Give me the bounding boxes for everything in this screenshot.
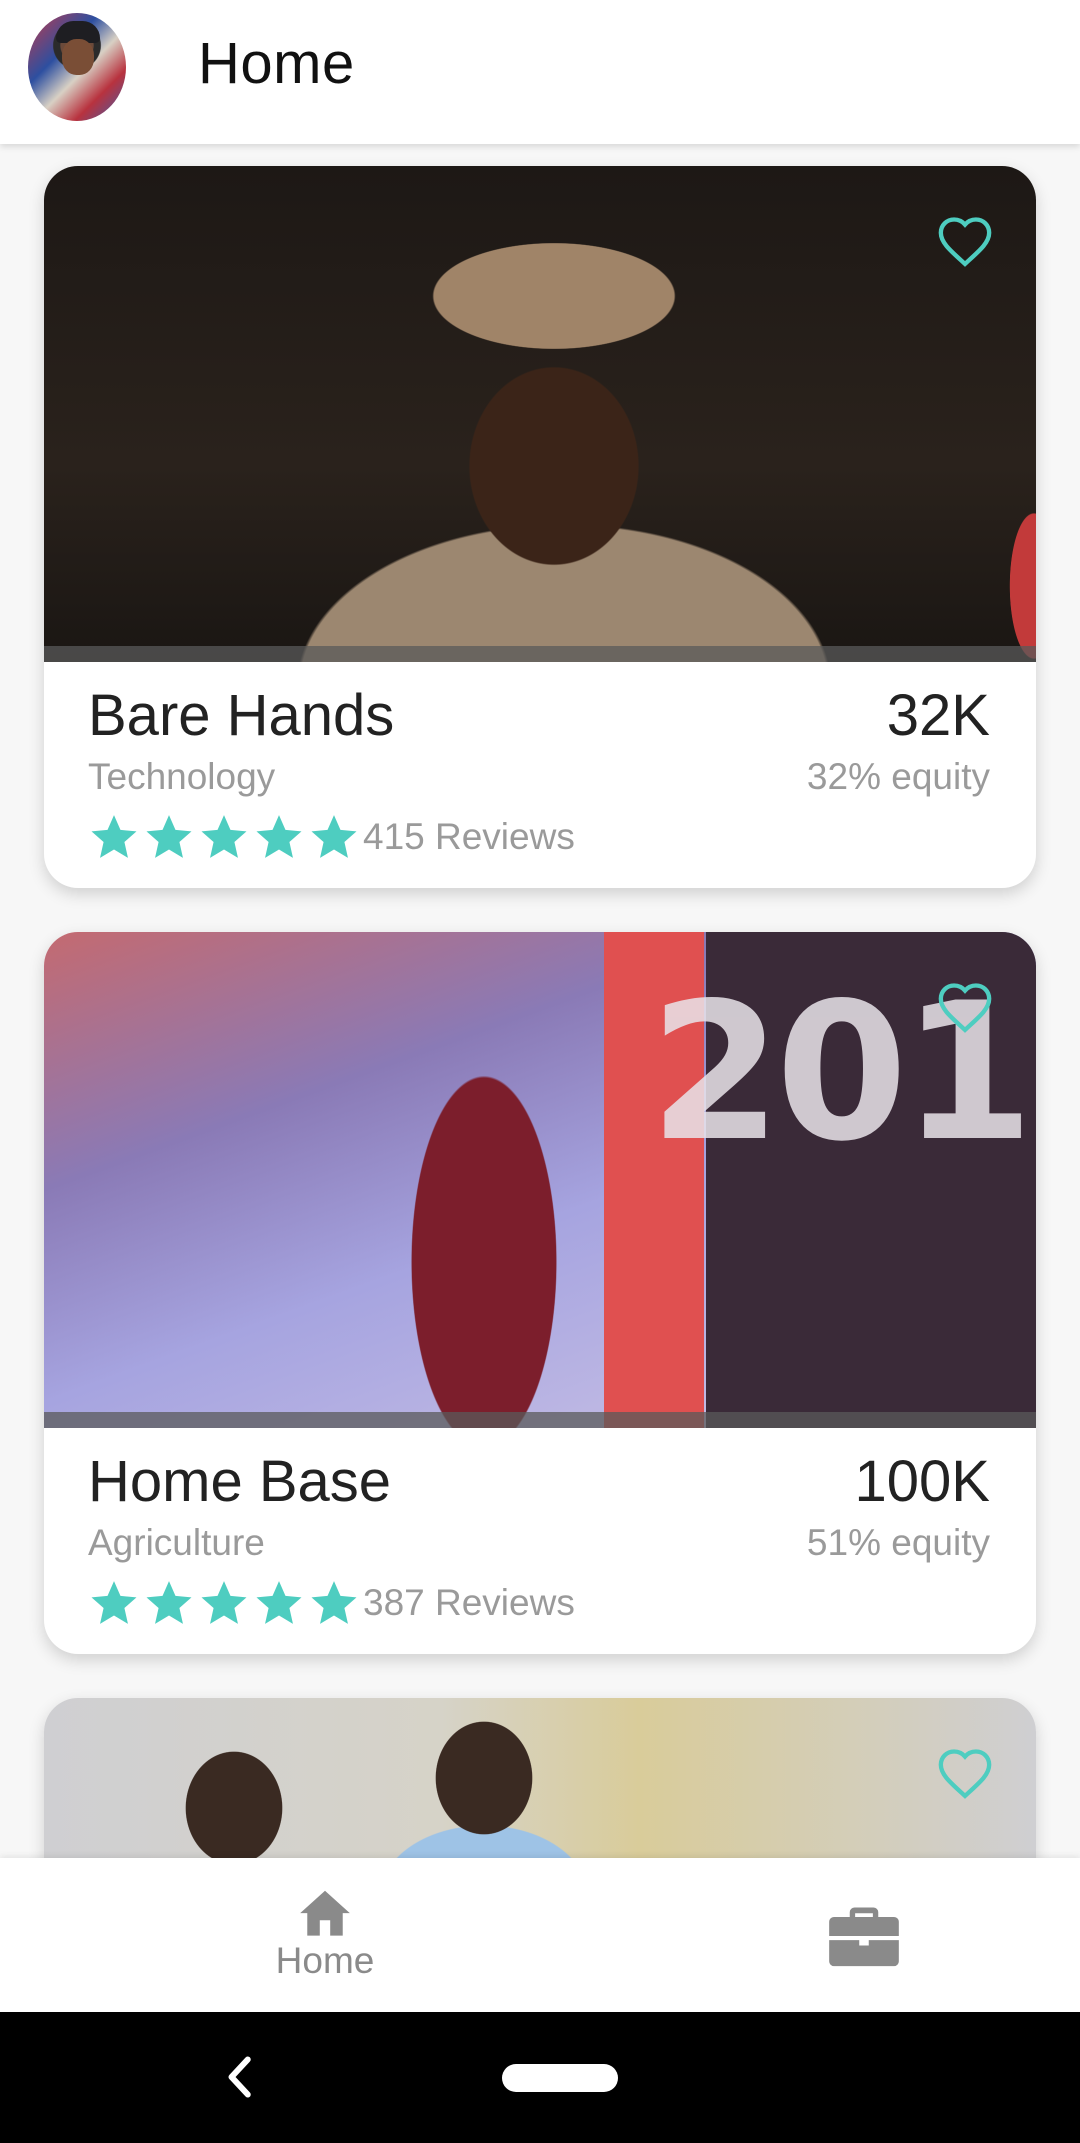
startup-feed[interactable]: Bare Hands Technology 32K 32% equity 415…	[0, 144, 1080, 1858]
startup-category: Agriculture	[88, 1522, 265, 1563]
star-icon	[91, 815, 137, 858]
equity-offered: 51% equity	[806, 1522, 990, 1563]
favorite-heart-icon[interactable]	[936, 980, 994, 1034]
review-count: 387 Reviews	[363, 1582, 575, 1623]
back-chevron-icon[interactable]	[222, 2052, 256, 2102]
star-icon	[256, 1581, 302, 1624]
card-body: Home Base Agriculture 100K 51% equity 38…	[44, 1428, 1036, 1654]
equity-offered: 32% equity	[806, 756, 990, 797]
star-icon	[201, 815, 247, 858]
startup-card[interactable]	[44, 1698, 1036, 1858]
card-image	[44, 166, 1036, 662]
star-rating: 415 Reviews	[88, 812, 575, 862]
review-count: 415 Reviews	[363, 816, 575, 857]
avatar-face	[62, 39, 94, 75]
favorite-heart-icon[interactable]	[936, 214, 994, 268]
avatar[interactable]	[28, 13, 126, 121]
startup-name: Bare Hands	[88, 683, 395, 748]
briefcase-icon[interactable]	[826, 1904, 902, 1968]
system-navigation-bar	[0, 2012, 1080, 2143]
star-icon	[91, 1581, 137, 1624]
star-rating: 387 Reviews	[88, 1578, 575, 1628]
startup-name: Home Base	[88, 1449, 392, 1514]
star-icon	[146, 1581, 192, 1624]
star-icon	[146, 815, 192, 858]
home-icon	[300, 1890, 350, 1936]
image-overlay-strip	[44, 1412, 1036, 1428]
startup-card[interactable]: Bare Hands Technology 32K 32% equity 415…	[44, 166, 1036, 888]
star-icon	[201, 1581, 247, 1624]
app-bar: Home	[0, 0, 1080, 144]
funding-amount: 100K	[854, 1449, 990, 1514]
startup-category: Technology	[88, 756, 276, 797]
bottom-navigation: Home	[0, 1858, 1080, 2012]
page-title: Home	[198, 31, 355, 96]
home-screen: Home Bare Hands Technology 32K 32% equit…	[0, 0, 1080, 2143]
favorite-heart-icon[interactable]	[936, 1746, 994, 1800]
funding-amount: 32K	[886, 683, 990, 748]
card-image	[44, 1698, 1036, 1858]
image-overlay-strip	[44, 646, 1036, 662]
star-icon	[311, 1581, 357, 1624]
nav-home-tab[interactable]: Home	[240, 1878, 410, 1998]
startup-card[interactable]: 201 Home Base Agriculture 100K 51% equit…	[44, 932, 1036, 1654]
card-body: Bare Hands Technology 32K 32% equity 415…	[44, 662, 1036, 888]
system-home-pill[interactable]	[502, 2064, 618, 2092]
card-image: 201	[44, 932, 1036, 1428]
star-icon	[311, 815, 357, 858]
star-icon	[256, 815, 302, 858]
nav-home-label: Home	[275, 1940, 375, 1981]
